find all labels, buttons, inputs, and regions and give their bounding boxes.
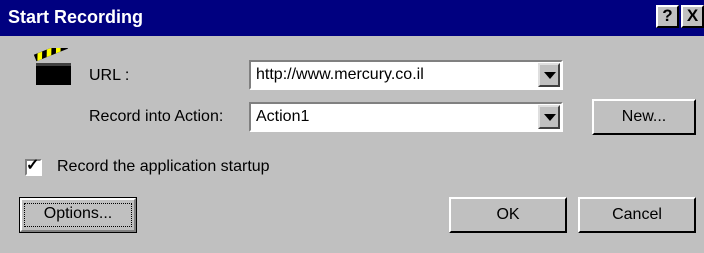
title-bar[interactable]: Start Recording ? X [0, 0, 704, 36]
action-label: Record into Action: [89, 108, 224, 125]
action-dropdown-button[interactable] [538, 105, 560, 129]
chevron-down-icon [544, 114, 556, 121]
checkmark-icon: ✓ [26, 157, 40, 174]
url-value: http://www.mercury.co.il [256, 66, 424, 83]
new-action-button[interactable]: New... [592, 99, 696, 135]
options-button[interactable]: Options... [19, 197, 137, 233]
startup-checkbox-label: Record the application startup [57, 158, 270, 175]
start-recording-dialog: Start Recording ? X URL : http://www.mer… [0, 0, 704, 253]
ok-button[interactable]: OK [449, 197, 567, 233]
url-dropdown-button[interactable] [538, 63, 560, 87]
url-combobox[interactable]: http://www.mercury.co.il [249, 60, 563, 90]
url-label: URL : [89, 67, 130, 84]
help-button[interactable]: ? [656, 5, 679, 28]
action-value: Action1 [256, 108, 310, 125]
startup-checkbox[interactable]: ✓ [25, 157, 42, 176]
close-button[interactable]: X [681, 5, 704, 28]
cancel-button[interactable]: Cancel [578, 197, 696, 233]
chevron-down-icon [544, 72, 556, 79]
clapperboard-icon [33, 48, 71, 85]
window-title: Start Recording [8, 7, 144, 27]
options-button-label: Options... [43, 205, 113, 222]
action-combobox[interactable]: Action1 [249, 102, 563, 132]
